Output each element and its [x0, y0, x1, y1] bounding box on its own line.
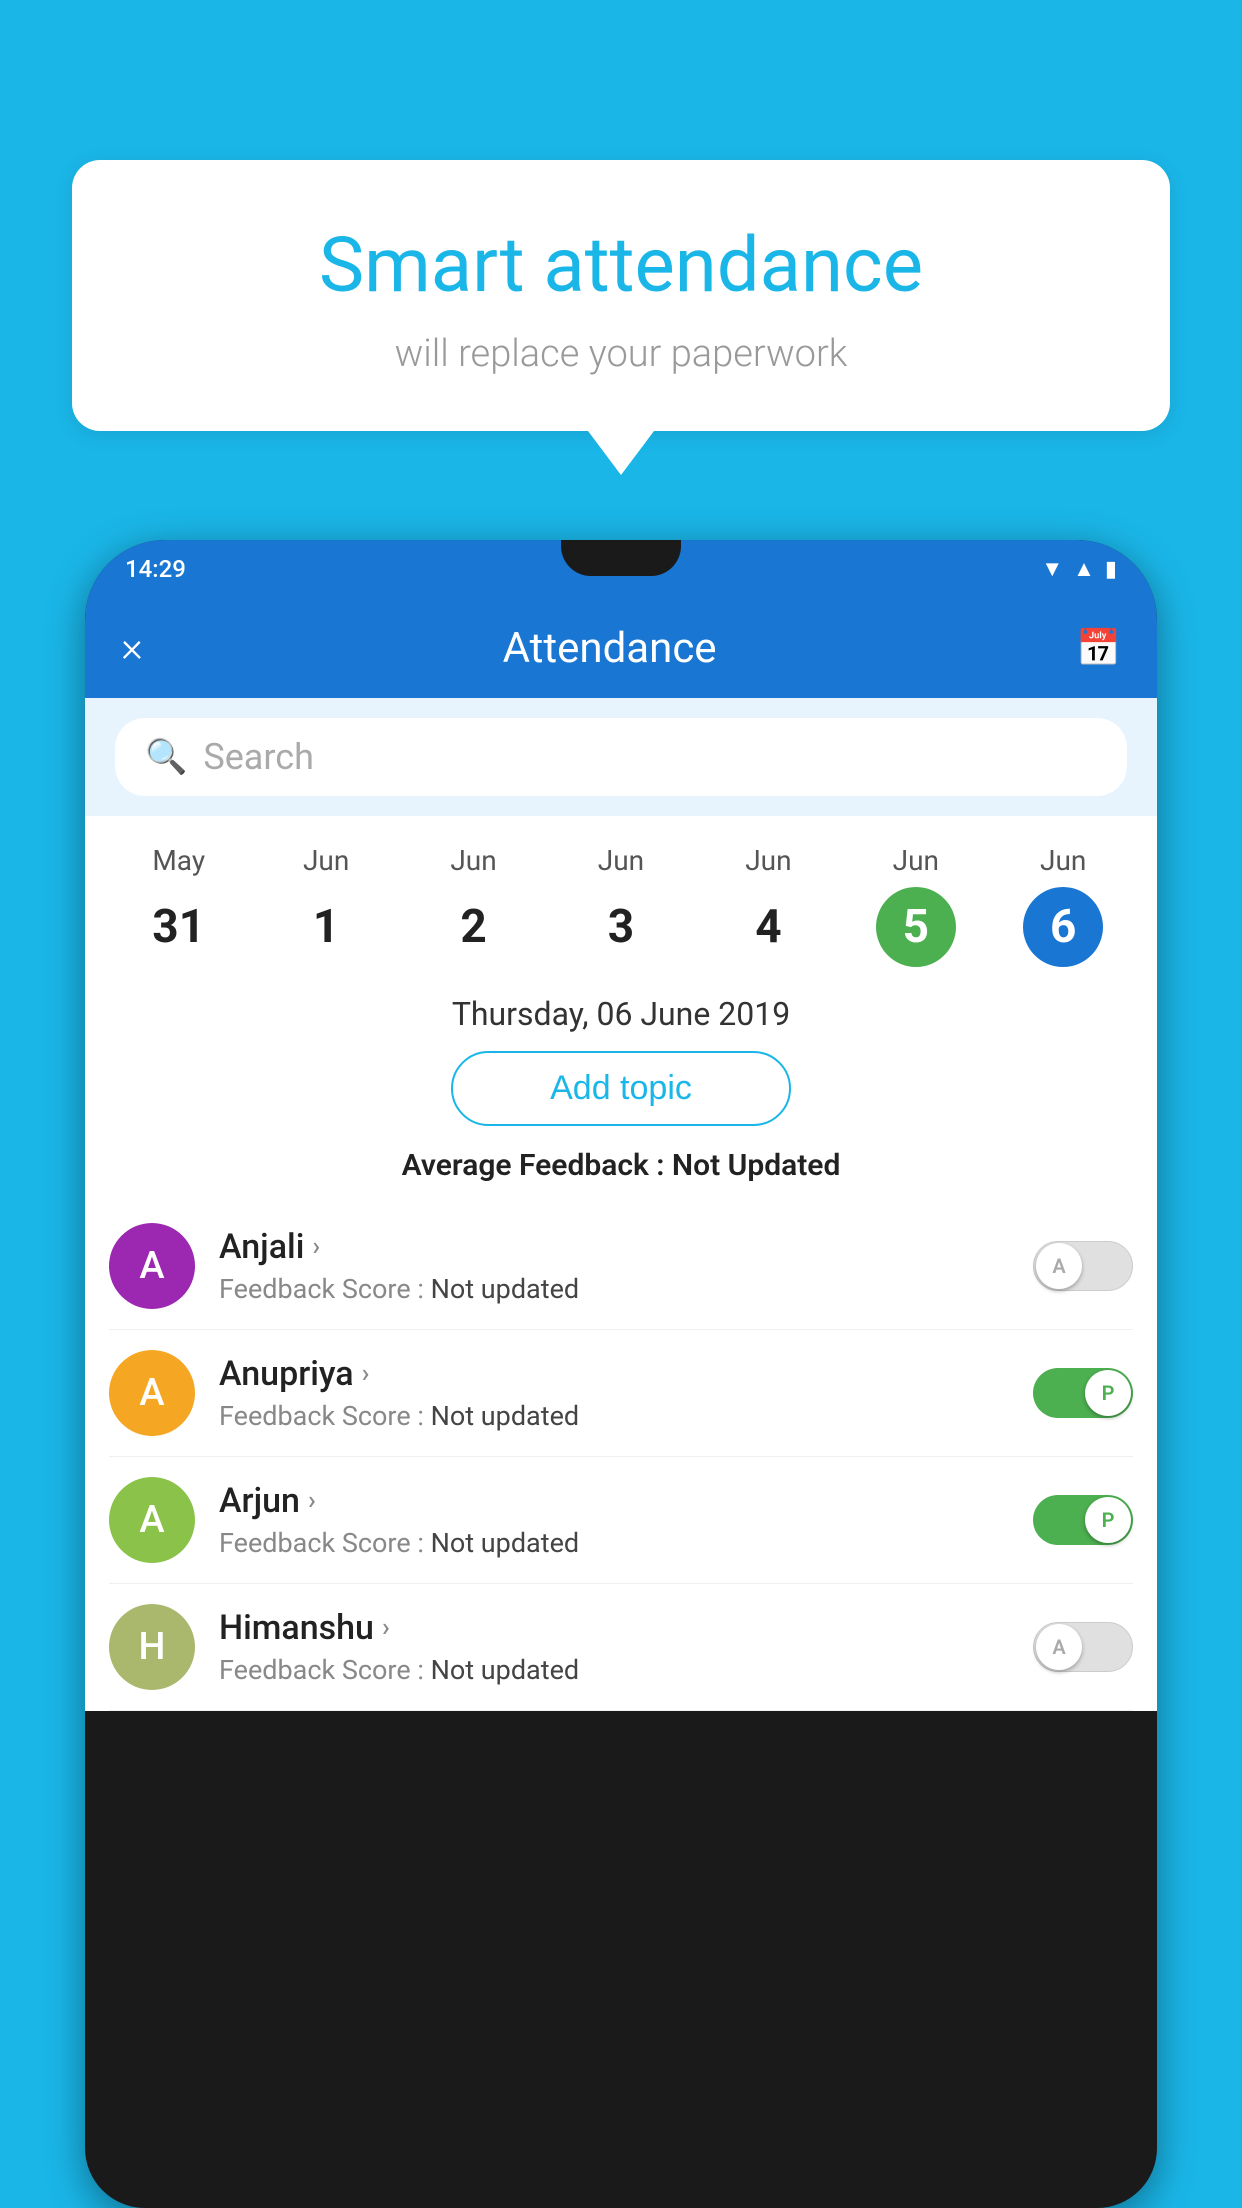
attendance-toggle[interactable]: P — [1033, 1368, 1133, 1418]
speech-bubble-subtitle: will replace your paperwork — [132, 332, 1110, 376]
cal-month-label: Jun — [1040, 844, 1086, 877]
feedback-value: Not updated — [431, 1527, 580, 1559]
calendar-day[interactable]: Jun 3 — [581, 844, 661, 967]
cal-day-num[interactable]: 6 — [1023, 887, 1103, 967]
speech-bubble: Smart attendance will replace your paper… — [72, 160, 1170, 431]
calendar-day[interactable]: May 31 — [139, 844, 219, 967]
screen-content: 🔍 Search May 31 Jun 1 Jun 2 Jun 3 Jun 4 Jun 5 Jun 6 T… — [85, 698, 1157, 1711]
wifi-icon: ▼ — [1041, 556, 1063, 582]
avg-feedback-label: Average Feedback : — [402, 1148, 672, 1183]
cal-day-num[interactable]: 5 — [876, 887, 956, 967]
search-icon: 🔍 — [145, 737, 187, 777]
calendar-row: May 31 Jun 1 Jun 2 Jun 3 Jun 4 Jun 5 Jun 6 — [85, 816, 1157, 967]
student-name: Arjun › — [219, 1481, 1009, 1521]
student-name: Anjali › — [219, 1227, 1009, 1267]
cal-month-label: Jun — [893, 844, 939, 877]
cal-month-label: May — [152, 844, 205, 877]
toggle-wrap[interactable]: P — [1033, 1368, 1133, 1418]
chevron-icon: › — [362, 1359, 370, 1389]
avatar: A — [109, 1477, 195, 1563]
avatar: A — [109, 1223, 195, 1309]
student-info: Arjun › Feedback Score : Not updated — [219, 1481, 1009, 1559]
feedback-value: Not updated — [431, 1400, 580, 1432]
search-bar-wrapper: 🔍 Search — [85, 698, 1157, 816]
cal-day-num[interactable]: 3 — [581, 887, 661, 967]
student-item[interactable]: H Himanshu › Feedback Score : Not updated A — [109, 1584, 1133, 1711]
cal-month-label: Jun — [450, 844, 496, 877]
selected-date: Thursday, 06 June 2019 — [85, 967, 1157, 1051]
calendar-day[interactable]: Jun 2 — [434, 844, 514, 967]
app-bar: × Attendance 📅 — [85, 598, 1157, 698]
cal-month-label: Jun — [745, 844, 791, 877]
app-bar-title: Attendance — [503, 624, 717, 673]
signal-icon: ▲ — [1073, 556, 1095, 582]
add-topic-button[interactable]: Add topic — [451, 1051, 791, 1126]
attendance-toggle[interactable]: P — [1033, 1495, 1133, 1545]
calendar-day[interactable]: Jun 6 — [1023, 844, 1103, 967]
search-placeholder: Search — [203, 736, 314, 778]
avatar: H — [109, 1604, 195, 1690]
student-info: Himanshu › Feedback Score : Not updated — [219, 1608, 1009, 1686]
avg-feedback-value: Not Updated — [672, 1148, 840, 1183]
student-item[interactable]: A Anupriya › Feedback Score : Not updated P — [109, 1330, 1133, 1457]
cal-day-num[interactable]: 2 — [434, 887, 514, 967]
cal-day-num[interactable]: 31 — [139, 887, 219, 967]
toggle-knob: A — [1036, 1624, 1082, 1670]
student-name: Himanshu › — [219, 1608, 1009, 1648]
student-feedback: Feedback Score : Not updated — [219, 1400, 1009, 1432]
notch — [561, 540, 681, 576]
student-info: Anupriya › Feedback Score : Not updated — [219, 1354, 1009, 1432]
calendar-day[interactable]: Jun 4 — [728, 844, 808, 967]
student-feedback: Feedback Score : Not updated — [219, 1273, 1009, 1305]
status-time: 14:29 — [125, 555, 186, 583]
student-name: Anupriya › — [219, 1354, 1009, 1394]
speech-bubble-title: Smart attendance — [132, 220, 1110, 310]
attendance-toggle[interactable]: A — [1033, 1622, 1133, 1672]
toggle-wrap[interactable]: A — [1033, 1241, 1133, 1291]
calendar-day[interactable]: Jun 1 — [286, 844, 366, 967]
battery-icon: ▮ — [1105, 557, 1117, 582]
feedback-value: Not updated — [431, 1273, 580, 1305]
avatar: A — [109, 1350, 195, 1436]
calendar-icon[interactable]: 📅 — [1076, 627, 1121, 669]
toggle-knob: P — [1085, 1370, 1131, 1416]
toggle-wrap[interactable]: A — [1033, 1622, 1133, 1672]
search-bar[interactable]: 🔍 Search — [115, 718, 1127, 796]
chevron-icon: › — [382, 1613, 390, 1643]
cal-day-num[interactable]: 4 — [728, 887, 808, 967]
student-list: AAnjali ›Feedback Score : Not updatedAAA… — [85, 1203, 1157, 1711]
chevron-icon: › — [308, 1486, 316, 1516]
student-info: Anjali › Feedback Score : Not updated — [219, 1227, 1009, 1305]
status-icons: ▼ ▲ ▮ — [1041, 556, 1117, 582]
cal-month-label: Jun — [303, 844, 349, 877]
student-feedback: Feedback Score : Not updated — [219, 1654, 1009, 1686]
student-feedback: Feedback Score : Not updated — [219, 1527, 1009, 1559]
average-feedback: Average Feedback : Not Updated — [85, 1148, 1157, 1183]
attendance-toggle[interactable]: A — [1033, 1241, 1133, 1291]
toggle-knob: A — [1036, 1243, 1082, 1289]
toggle-wrap[interactable]: P — [1033, 1495, 1133, 1545]
cal-month-label: Jun — [598, 844, 644, 877]
calendar-day[interactable]: Jun 5 — [876, 844, 956, 967]
feedback-value: Not updated — [431, 1654, 580, 1686]
close-button[interactable]: × — [121, 627, 143, 669]
student-item[interactable]: A Arjun › Feedback Score : Not updated P — [109, 1457, 1133, 1584]
toggle-knob: P — [1085, 1497, 1131, 1543]
phone-frame: 14:29 ▼ ▲ ▮ × Attendance 📅 🔍 Search May 3… — [85, 540, 1157, 2208]
chevron-icon: › — [312, 1232, 320, 1262]
cal-day-num[interactable]: 1 — [286, 887, 366, 967]
status-bar: 14:29 ▼ ▲ ▮ — [85, 540, 1157, 598]
student-item[interactable]: A Anjali › Feedback Score : Not updated A — [109, 1203, 1133, 1330]
